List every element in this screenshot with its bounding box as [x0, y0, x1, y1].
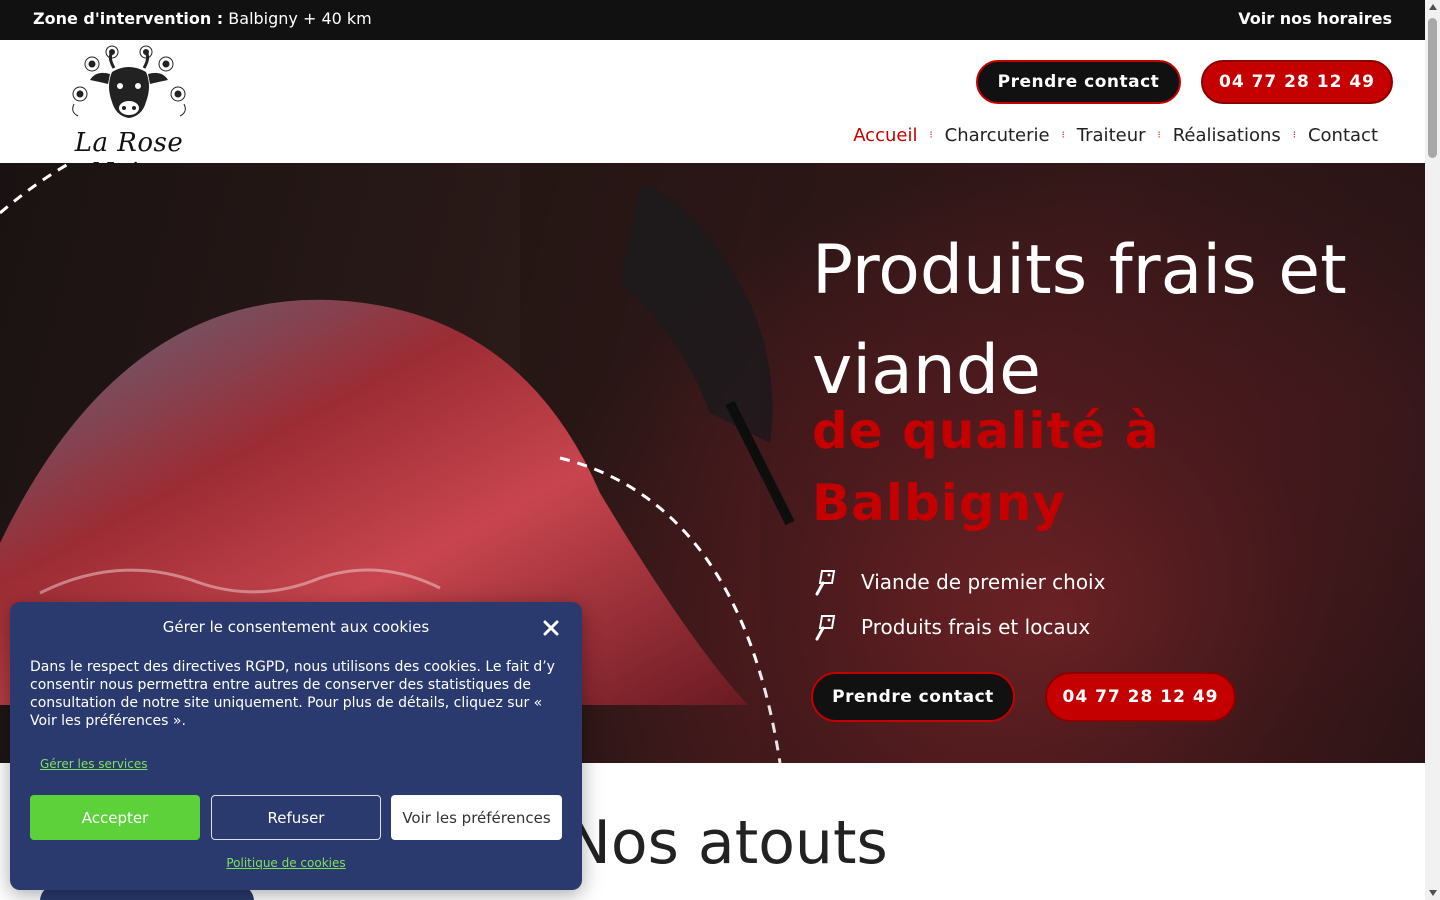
zone-value: Balbigny + 40 km: [228, 9, 372, 28]
scrollbar-thumb[interactable]: [1428, 18, 1437, 158]
top-bar: Zone d'intervention : Balbigny + 40 km V…: [0, 0, 1425, 40]
nav-item-accueil[interactable]: Accueil: [841, 125, 929, 146]
cleaver-icon: [815, 615, 836, 641]
cow-rose-logo-icon: [72, 45, 186, 118]
header-contact-button[interactable]: Prendre contact: [976, 60, 1181, 104]
scroll-up-arrow-icon[interactable]: [1428, 4, 1437, 10]
manage-services-link[interactable]: Gérer les services: [40, 757, 148, 771]
hero-phone-button[interactable]: 04 77 28 12 49: [1045, 672, 1236, 722]
opening-hours-link[interactable]: Voir nos horaires: [1238, 9, 1392, 28]
service-zone: Zone d'intervention : Balbigny + 40 km: [33, 9, 372, 28]
site-header: La Rose Noire Prendre contact 04 77 28 1…: [0, 40, 1425, 188]
nav-item-traiteur[interactable]: Traiteur: [1065, 125, 1158, 146]
cleaver-icon: [815, 570, 836, 596]
hero-title: Produits frais et viande: [812, 231, 1347, 410]
cookie-modal-title: Gérer le consentement aux cookies: [162, 618, 430, 636]
accept-cookies-button[interactable]: Accepter: [30, 795, 200, 840]
feature-item: Produits frais et locaux: [812, 612, 1090, 642]
nav-item-charcuterie[interactable]: Charcuterie: [933, 125, 1062, 146]
page-scrollbar[interactable]: [1425, 0, 1440, 900]
refuse-cookies-button[interactable]: Refuser: [211, 795, 381, 840]
nav-item-realisations[interactable]: Réalisations: [1161, 125, 1293, 146]
nav-item-contact[interactable]: Contact: [1296, 125, 1390, 146]
header-phone-button[interactable]: 04 77 28 12 49: [1201, 60, 1393, 104]
cookie-consent-modal: Gérer le consentement aux cookies Dans l…: [10, 602, 582, 890]
close-icon[interactable]: [541, 618, 561, 638]
feature-label: Viande de premier choix: [861, 570, 1106, 594]
hero-contact-button[interactable]: Prendre contact: [811, 672, 1015, 722]
site-logo[interactable]: La Rose Noire: [40, 44, 218, 188]
feature-label: Produits frais et locaux: [861, 615, 1091, 639]
cookie-modal-text: Dans le respect des directives RGPD, nou…: [30, 659, 555, 729]
section-heading: Nos atouts: [566, 808, 888, 878]
scroll-down-arrow-icon[interactable]: [1428, 890, 1437, 896]
zone-label: Zone d'intervention :: [33, 9, 224, 28]
feature-item: Viande de premier choix: [812, 567, 1105, 597]
view-preferences-button[interactable]: Voir les préférences: [391, 795, 562, 840]
cookie-policy-link[interactable]: Politique de cookies: [10, 856, 562, 870]
main-navigation: Accueil ⁝ Charcuterie ⁝ Traiteur ⁝ Réali…: [841, 125, 1390, 146]
hero-subtitle: de qualité à Balbigny: [812, 402, 1160, 532]
